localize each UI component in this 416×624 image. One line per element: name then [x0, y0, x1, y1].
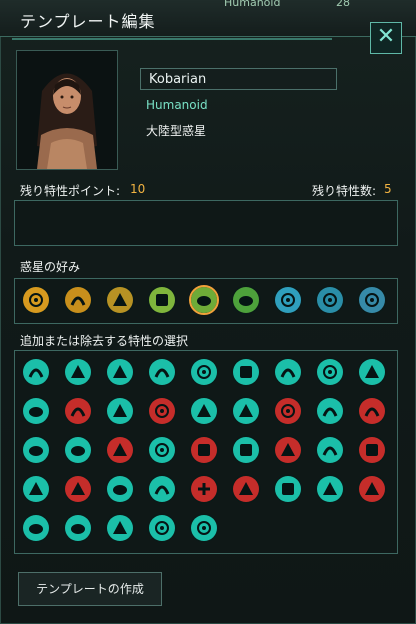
industrious-trait-icon[interactable] — [21, 357, 51, 387]
natural-sociologist-trait-icon[interactable] — [315, 357, 345, 387]
trait-points-value: 10 — [130, 182, 146, 196]
intelligent-trait-icon[interactable] — [147, 357, 177, 387]
trait-points-label: 残り特性ポイント: — [20, 184, 121, 198]
home-planet-type: 大陸型惑星 — [146, 124, 207, 138]
strong-trait-icon[interactable] — [105, 474, 135, 504]
fleeting-trait-icon[interactable] — [63, 474, 93, 504]
tropical-planet-icon[interactable] — [147, 285, 177, 315]
savanna-planet-icon[interactable] — [105, 285, 135, 315]
trait-count-label: 残り特性数: — [312, 184, 377, 198]
planet-preference-label: 惑星の好み — [20, 260, 81, 274]
extremely-adaptive-trait-icon[interactable] — [21, 396, 51, 426]
arctic-planet-icon[interactable] — [273, 285, 303, 315]
template-editor-window: テンプレート編集 Humanoid 28 ✕ Kobarian Humanoid… — [0, 0, 416, 624]
conservational-trait-icon[interactable] — [315, 474, 345, 504]
communal-trait-icon[interactable] — [63, 357, 93, 387]
ocean-planet-icon[interactable] — [231, 285, 261, 315]
arid-planet-icon[interactable] — [63, 285, 93, 315]
trait-count-value: 5 — [384, 182, 392, 196]
tundra-planet-icon[interactable] — [315, 285, 345, 315]
nomadic-trait-icon[interactable] — [147, 435, 177, 465]
docile-trait-icon[interactable] — [21, 435, 51, 465]
talented-trait-icon[interactable] — [189, 396, 219, 426]
deviants-trait-icon[interactable] — [105, 435, 135, 465]
alpine-planet-icon[interactable] — [357, 285, 387, 315]
desert-planet-icon[interactable] — [21, 285, 51, 315]
resilient-trait-icon[interactable] — [273, 474, 303, 504]
decadent-trait-icon[interactable] — [231, 474, 261, 504]
background-overlay-text: Humanoid 28 — [224, 0, 350, 9]
quarrelsome-trait-icon[interactable] — [357, 396, 387, 426]
slow-breeders-trait-icon[interactable] — [147, 396, 177, 426]
slow-learners-trait-icon[interactable] — [273, 396, 303, 426]
window-title: テンプレート編集 — [20, 12, 156, 31]
title-accent-line — [12, 38, 332, 40]
agrarian-trait-icon[interactable] — [105, 357, 135, 387]
enduring-trait-icon[interactable] — [21, 474, 51, 504]
ingenious-trait-icon[interactable] — [231, 357, 261, 387]
masonry-trait-icon[interactable] — [147, 513, 177, 543]
species-class: Humanoid — [146, 98, 208, 112]
species-name-input[interactable]: Kobarian — [140, 68, 337, 90]
phototrophic-trait-icon[interactable] — [21, 513, 51, 543]
social-cohesion-trait-icon[interactable] — [231, 435, 261, 465]
adaptive-trait-icon[interactable] — [357, 357, 387, 387]
repugnant-trait-icon[interactable] — [357, 435, 387, 465]
planet-preference-row — [14, 278, 398, 324]
continental-planet-icon[interactable] — [189, 285, 219, 315]
nonadaptive-trait-icon[interactable] — [63, 396, 93, 426]
trait-selection-grid — [14, 350, 398, 554]
natural-physicist-trait-icon[interactable] — [273, 357, 303, 387]
species-portrait[interactable] — [16, 50, 118, 170]
budding-trait-icon[interactable] — [189, 513, 219, 543]
traditional-trait-icon[interactable] — [315, 396, 345, 426]
rapid-breeders-trait-icon[interactable] — [105, 396, 135, 426]
sedentary-trait-icon[interactable] — [189, 435, 219, 465]
close-button[interactable]: ✕ — [370, 22, 402, 54]
quick-learners-trait-icon[interactable] — [231, 396, 261, 426]
wasteful-trait-icon[interactable] — [357, 474, 387, 504]
unruly-trait-icon[interactable] — [63, 435, 93, 465]
close-icon: ✕ — [376, 24, 396, 49]
create-template-button[interactable]: テンプレートの作成 — [18, 572, 162, 606]
weak-trait-icon[interactable] — [189, 474, 219, 504]
trait-selection-label: 追加または除去する特性の選択 — [20, 334, 189, 348]
title-bar: テンプレート編集 Humanoid 28 — [0, 0, 416, 37]
prolific-trait-icon[interactable] — [105, 513, 135, 543]
solitary-trait-icon[interactable] — [273, 435, 303, 465]
very-strong-trait-icon[interactable] — [147, 474, 177, 504]
selected-traits-box[interactable] — [14, 200, 398, 246]
charismatic-trait-icon[interactable] — [315, 435, 345, 465]
thrifty-trait-icon[interactable] — [189, 357, 219, 387]
empath-trait-icon[interactable] — [63, 513, 93, 543]
